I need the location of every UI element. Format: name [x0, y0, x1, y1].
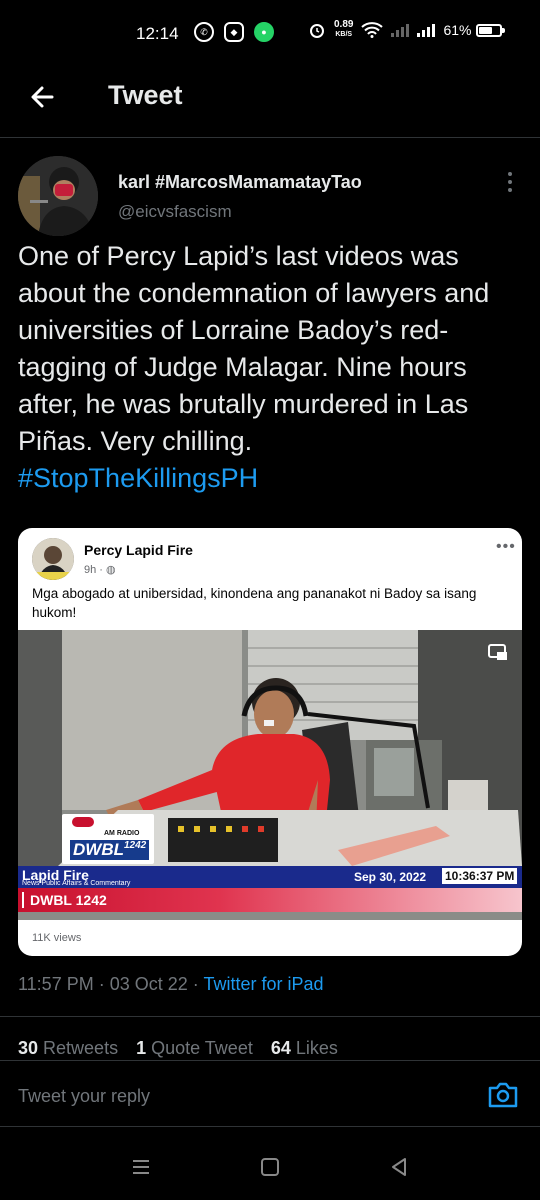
post-caption: Mga abogado at unibersidad, kinondena an… [32, 586, 477, 620]
overlay-subtitle: News Public Affairs & Commentary [22, 880, 131, 887]
quotes-count: 1 [136, 1038, 147, 1058]
logo-badge-icon [72, 817, 94, 827]
likes-stat[interactable]: 64 Likes [271, 1038, 338, 1059]
battery-indicator: 61% [443, 22, 505, 38]
broadcast-lower-third: Lapid Fire News Public Affairs & Comment… [18, 866, 522, 914]
client-link[interactable]: Twitter for iPad [203, 974, 323, 994]
divider [0, 1016, 540, 1017]
status-bar: 12:14 ✆ ◆ ● 0.89 KB/S 61% [0, 0, 540, 68]
logo-dwbl-text: DWBL1242 [70, 840, 150, 860]
arrow-left-icon [31, 86, 54, 108]
alarm-icon [310, 24, 324, 38]
station-logo: AM RADIO DWBL1242 [62, 814, 154, 864]
back-nav-icon[interactable] [388, 1156, 410, 1178]
logo-freq: 1242 [123, 840, 147, 851]
quotes-stat[interactable]: 1 Quote Tweet [136, 1038, 253, 1059]
camera-icon [488, 1082, 518, 1108]
speed-value: 0.89 [334, 19, 354, 30]
page-avatar-image [32, 538, 74, 580]
quotes-label: Quote Tweet [151, 1038, 253, 1058]
dot-icon [508, 180, 512, 184]
system-navigation-bar [0, 1140, 540, 1200]
page-title: Tweet [108, 80, 183, 110]
globe-icon: ◍ [106, 564, 116, 576]
signal-icon-1 [391, 23, 410, 37]
dot-icon [508, 188, 512, 192]
engagement-stats: 30 Retweets 1 Quote Tweet 64 Likes [18, 1038, 338, 1059]
divider [0, 1060, 540, 1061]
recent-apps-icon[interactable] [130, 1156, 152, 1178]
signal-icon-2 [417, 23, 436, 37]
tweet-timestamp: 11:57 PM · 03 Oct 22 · [18, 974, 204, 994]
game-icon: ◆ [224, 22, 244, 42]
speed-unit: KB/S [335, 31, 353, 38]
system-indicators: 0.89 KB/S 61% [308, 20, 505, 40]
overlay-station: DWBL 1242 [22, 892, 107, 908]
logo-dwbl: DWBL [73, 840, 124, 859]
avatar-image [18, 156, 98, 236]
hashtag-link[interactable]: #StopTheKillingsPH [18, 463, 258, 493]
post-time-text: 9h · [84, 564, 103, 576]
retweets-label: Retweets [43, 1038, 119, 1058]
overlay-clock: 10:36:37 PM [442, 868, 518, 884]
cast-icon[interactable] [488, 644, 508, 662]
top-app-bar: Tweet [0, 68, 540, 138]
author-handle[interactable]: @eicvsfascism [118, 202, 232, 222]
notification-icons: ✆ ◆ ● [194, 22, 274, 42]
retweets-stat[interactable]: 30 Retweets [18, 1038, 118, 1059]
retweets-count: 30 [18, 1038, 39, 1058]
reply-input[interactable]: Tweet your reply [18, 1086, 150, 1107]
status-time: 12:14 [136, 24, 179, 43]
battery-percent: 61% [443, 22, 472, 38]
post-more-icon: ••• [496, 538, 516, 555]
post-time: 9h · ◍ [84, 563, 116, 576]
messenger-icon: ● [254, 22, 274, 42]
divider [0, 1126, 540, 1127]
dot-icon [508, 172, 512, 176]
tweet-text: One of Percy Lapid’s last videos was abo… [18, 238, 528, 497]
video-views: 11K views [32, 932, 82, 944]
author-avatar[interactable] [18, 156, 98, 236]
whatsapp-icon: ✆ [194, 22, 214, 42]
overlay-date: Sep 30, 2022 [354, 870, 427, 884]
wifi-icon [361, 22, 384, 38]
likes-label: Likes [295, 1038, 338, 1058]
likes-count: 64 [270, 1038, 291, 1058]
page-name: Percy Lapid Fire [84, 542, 193, 558]
battery-icon [475, 23, 505, 37]
network-speed: 0.89 KB/S [334, 20, 353, 40]
page-avatar [32, 538, 74, 580]
embedded-media-card[interactable]: Percy Lapid Fire 9h · ◍ ••• Mga abogado … [18, 528, 522, 956]
home-icon[interactable] [259, 1156, 281, 1178]
back-button[interactable] [26, 80, 60, 114]
reply-bar: Tweet your reply [0, 1062, 540, 1126]
more-options-button[interactable] [500, 168, 520, 196]
camera-button[interactable] [486, 1080, 520, 1110]
author-name[interactable]: karl #MarcosMamamatayTao [118, 172, 362, 193]
tweet-meta: 11:57 PM · 03 Oct 22 · Twitter for iPad [18, 974, 323, 995]
tweet-body: One of Percy Lapid’s last videos was abo… [18, 241, 490, 456]
logo-am-text: AM RADIO [104, 830, 140, 837]
video-frame[interactable]: AM RADIO DWBL1242 Lapid Fire News Public… [18, 630, 522, 920]
